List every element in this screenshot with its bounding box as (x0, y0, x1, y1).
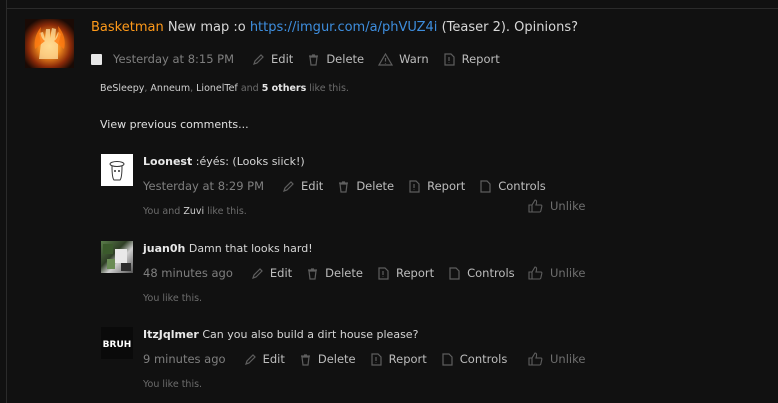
top-divider (7, 8, 778, 9)
comment-timestamp[interactable]: Yesterday at 8:29 PM (143, 179, 264, 193)
post-content: Basketman New map :o https://imgur.com/a… (91, 20, 578, 35)
report-icon (377, 266, 390, 280)
edit-button[interactable]: Edit (244, 352, 285, 366)
comment-author-link[interactable]: Loonest (143, 155, 192, 168)
post-text-after: (Teaser 2). Opinions? (441, 20, 578, 35)
thumbs-up-icon (528, 266, 543, 280)
comment-author-link[interactable]: ItzJqlmer (143, 328, 199, 341)
others-link[interactable]: 5 others (262, 83, 307, 94)
trash-icon (307, 53, 320, 66)
pencil-icon (244, 353, 257, 366)
comment-timestamp[interactable]: 48 minutes ago (143, 266, 233, 280)
delete-button[interactable]: Delete (337, 179, 394, 193)
post-timestamp[interactable]: Yesterday at 8:15 PM (113, 52, 234, 66)
liker-link[interactable]: Anneum (150, 83, 190, 94)
comment-content: ItzJqlmer Can you also build a dirt hous… (143, 328, 418, 341)
report-button[interactable]: Report (370, 352, 427, 366)
thumbs-up-icon (528, 352, 543, 366)
delete-button[interactable]: Delete (307, 52, 364, 66)
pencil-icon (251, 267, 264, 280)
controls-icon (479, 179, 492, 193)
report-button[interactable]: Report (377, 266, 434, 280)
select-checkbox[interactable] (91, 53, 102, 65)
controls-button[interactable]: Controls (441, 352, 507, 366)
liker-link[interactable]: Zuvi (183, 206, 204, 217)
controls-icon (441, 352, 454, 366)
flaming-fist-avatar-icon (34, 26, 65, 59)
comment-actions: 48 minutes ago Edit Delete Report Contro… (143, 266, 529, 280)
report-button[interactable]: Report (443, 52, 500, 66)
controls-icon (448, 266, 461, 280)
controls-button[interactable]: Controls (448, 266, 515, 280)
unlike-button[interactable]: Unlike (528, 199, 585, 213)
post-text: New map :o (167, 20, 246, 35)
trash-icon (337, 180, 350, 193)
bruh-avatar-icon: BRUH (103, 340, 132, 350)
liker-link[interactable]: BeSleepy (100, 83, 144, 94)
report-icon (443, 52, 456, 66)
pencil-icon (252, 53, 265, 66)
avatar[interactable] (101, 154, 133, 186)
controls-button[interactable]: Controls (479, 179, 546, 193)
comment-text: :éyés: (Looks siick!) (195, 155, 305, 168)
comment-likes: You like this. (143, 293, 203, 304)
warning-icon (378, 52, 394, 66)
comment-timestamp[interactable]: 9 minutes ago (143, 352, 226, 366)
avatar[interactable]: BRUH (101, 327, 133, 359)
minecraft-skin-avatar-icon (103, 244, 131, 271)
comment-likes: You and Zuvi like this. (143, 206, 247, 217)
post-actions: Yesterday at 8:15 PM Edit Delete Warn Re… (91, 52, 514, 66)
trash-icon (306, 267, 319, 280)
report-icon (370, 352, 383, 366)
view-previous-comments-link[interactable]: View previous comments... (100, 118, 249, 131)
unlike-button[interactable]: Unlike (528, 266, 585, 280)
edit-button[interactable]: Edit (251, 266, 292, 280)
avatar[interactable] (25, 19, 74, 68)
liker-link[interactable]: LionelTef (196, 83, 238, 94)
comment-author-link[interactable]: juan0h (143, 242, 185, 255)
comment-text: Can you also build a dirt house please? (202, 328, 419, 341)
edit-button[interactable]: Edit (252, 52, 293, 66)
avatar[interactable] (101, 241, 133, 273)
post-link[interactable]: https://imgur.com/a/phVUZ4i (250, 20, 438, 35)
post-author-link[interactable]: Basketman (91, 20, 164, 35)
pencil-icon (282, 180, 295, 193)
comment-actions: 9 minutes ago Edit Delete Report Control… (143, 352, 521, 366)
comment-likes: You like this. (143, 379, 203, 390)
warn-button[interactable]: Warn (378, 52, 429, 66)
unlike-button[interactable]: Unlike (528, 352, 585, 366)
report-button[interactable]: Report (408, 179, 465, 193)
thumbs-up-icon (528, 199, 543, 213)
left-border (6, 0, 7, 403)
delete-button[interactable]: Delete (306, 266, 363, 280)
likes-summary: BeSleepy, Anneum, LionelTef and 5 others… (100, 83, 349, 94)
comment-content: Loonest :éyés: (Looks siick!) (143, 155, 305, 168)
comment-actions: Yesterday at 8:29 PM Edit Delete Report … (143, 179, 560, 193)
edit-button[interactable]: Edit (282, 179, 323, 193)
delete-button[interactable]: Delete (299, 352, 356, 366)
trash-icon (299, 353, 312, 366)
comment-text: Damn that looks hard! (188, 242, 313, 255)
comment-content: juan0h Damn that looks hard! (143, 242, 313, 255)
ghost-avatar-icon (109, 161, 125, 181)
svg-text:BRUH: BRUH (103, 340, 132, 350)
report-icon (408, 179, 421, 193)
